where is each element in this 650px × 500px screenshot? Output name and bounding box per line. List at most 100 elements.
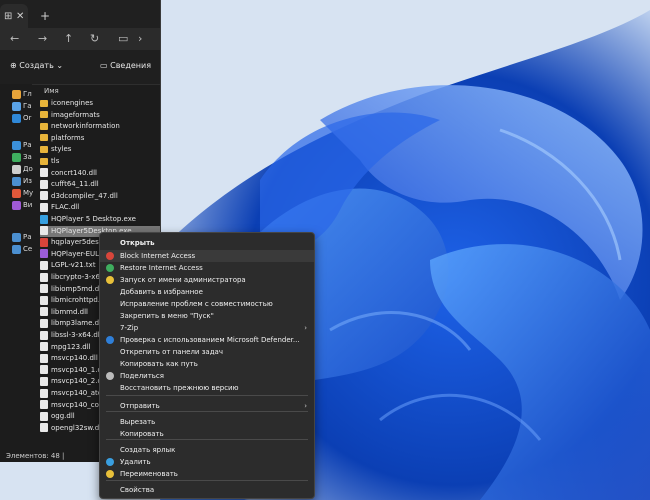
folder-icon [40,111,48,119]
navigation-pane: Гл Га Or Ра За До Из Му Ви Рa Се [0,84,33,450]
file-row[interactable]: cufft64_11.dll [40,179,160,191]
menu-item-8[interactable]: 7-Zip › [100,322,314,334]
folder-row[interactable]: networkinformation [40,121,160,133]
menu-item-label: Свойства [120,486,155,494]
nav-item[interactable]: За [12,151,36,163]
title-bar: ⊞ ✕ + [0,0,160,28]
command-bar: ⊕ Создать ⌄ ▭ Сведения [0,50,160,85]
file-name: libiomp5md.dll [51,284,104,293]
restore-shield-icon [106,264,114,272]
nav-item-label: До [23,165,33,173]
file-name: opengl32sw.dll [51,423,104,432]
column-header-name[interactable]: Имя [44,87,59,95]
delete-shield-icon [106,458,114,466]
create-button[interactable]: ⊕ Создать ⌄ [10,60,63,72]
nav-item[interactable]: Из [12,175,36,187]
file-icon [40,423,48,433]
new-tab-button[interactable]: + [40,9,50,23]
file-row[interactable]: HQPlayer 5 Desktop.exe [40,214,160,226]
menu-item-10[interactable]: Открепить от панели задач [100,346,314,358]
menu-item-11[interactable]: Копировать как путь [100,358,314,370]
folder-row[interactable]: platforms [40,133,160,145]
file-row[interactable]: FLAC.dll [40,202,160,214]
nav-item[interactable]: До [12,163,36,175]
menu-item-2[interactable]: Block Internet Access [100,250,314,262]
file-name: msvcp140_2.dll [51,377,106,386]
details-button[interactable]: ▭ Сведения [100,60,151,72]
nav-item-icon [12,113,21,123]
menu-item-12[interactable]: Поделиться [100,370,314,382]
menu-item-label: Открыть [120,239,155,247]
nav-item[interactable]: Га [12,100,36,112]
file-row[interactable]: concrt140.dll [40,168,160,180]
folder-icon [40,99,48,107]
nav-item[interactable]: Се [12,243,36,255]
nav-item-icon [12,164,21,174]
menu-item-3[interactable]: Restore Internet Access [100,262,314,274]
view-icon[interactable]: ▭ [118,32,128,46]
forward-icon[interactable]: → [38,32,47,46]
nav-item[interactable]: Рa [12,231,36,243]
menu-item-label: Проверка с использованием Microsoft Defe… [120,336,300,344]
nav-item-label: Га [23,102,32,110]
folder-row[interactable]: styles [40,144,160,156]
explorer-tab[interactable]: ⊞ ✕ [0,4,28,28]
file-name: styles [51,145,72,154]
nav-item[interactable]: Or [12,112,36,124]
file-name: HQPlayer 5 Desktop.exe [51,215,136,223]
file-row[interactable]: d3dcompiler_47.dll [40,191,160,203]
chevron-down-icon: ⌄ [53,61,64,70]
admin-shield-icon [106,276,114,284]
menu-item-17[interactable]: Создать ярлык [100,444,314,456]
nav-item-label: Гл [23,90,32,98]
folder-row[interactable]: imageformats [40,110,160,122]
up-icon[interactable]: ↑ [64,32,73,46]
nav-item-label: Ви [23,201,33,209]
item-count: Элементов: 48 | [6,452,65,460]
folder-row[interactable]: iconengines [40,98,160,110]
share-icon [106,372,114,380]
nav-item-icon [12,152,21,162]
file-name: FLAC.dll [51,203,80,212]
menu-separator [106,439,308,440]
nav-item[interactable]: Гл [12,88,36,100]
menu-item-4[interactable]: Запуск от имени администратора [100,274,314,286]
file-icon [40,226,48,236]
expand-path-icon[interactable]: › [138,32,142,46]
menu-item-5[interactable]: Добавить в избранное [100,286,314,298]
menu-item-15[interactable]: Вырезать [100,416,314,428]
close-tab-icon[interactable]: ✕ [16,10,24,24]
menu-item-label: Восстановить прежнюю версию [120,384,239,392]
menu-item-label: Restore Internet Access [120,264,203,272]
refresh-icon[interactable]: ↻ [90,32,99,46]
nav-item[interactable]: Ви [12,199,36,211]
menu-item-label: Вырезать [120,418,156,426]
nav-item[interactable]: Му [12,187,36,199]
menu-item-13[interactable]: Восстановить прежнюю версию [100,382,314,394]
menu-item-20[interactable]: Свойства [100,484,314,496]
nav-item-label: Из [23,177,32,185]
menu-separator [106,411,308,412]
menu-item-label: Block Internet Access [120,252,196,260]
file-icon [40,400,48,410]
menu-item-18[interactable]: Удалить [100,456,314,468]
file-name: cufft64_11.dll [51,180,99,189]
file-icon [40,365,48,375]
file-name: platforms [51,133,85,142]
menu-item-7[interactable]: Закрепить в меню "Пуск" [100,310,314,322]
back-icon[interactable]: ← [10,32,19,46]
file-name: libmmd.dll [51,307,88,316]
file-icon [40,168,48,178]
menu-separator [106,480,308,481]
plus-circle-icon: ⊕ [10,61,20,70]
menu-item-9[interactable]: Проверка с использованием Microsoft Defe… [100,334,314,346]
file-name: ogg.dll [51,412,75,421]
nav-item[interactable]: Ра [12,139,36,151]
nav-item-label: Рa [23,233,32,241]
menu-item-1[interactable]: Открыть [100,237,314,249]
menu-item-19[interactable]: Переименовать [100,468,314,480]
folder-row[interactable]: tls [40,156,160,168]
menu-item-6[interactable]: Исправление проблем с совместимостью [100,298,314,310]
nav-item-label: Се [23,245,33,253]
folder-icon [40,145,48,153]
